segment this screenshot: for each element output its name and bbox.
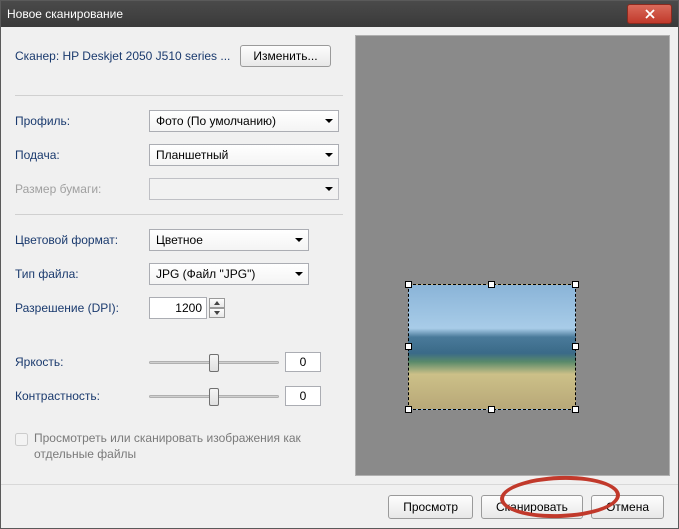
source-row: Подача: Планшетный: [15, 144, 343, 166]
close-button[interactable]: [627, 4, 672, 24]
paper-size-label: Размер бумаги:: [15, 182, 143, 196]
color-format-select[interactable]: Цветное: [149, 229, 309, 251]
resolution-up-button[interactable]: [209, 298, 225, 308]
source-select[interactable]: Планшетный: [149, 144, 339, 166]
selection-handle[interactable]: [572, 406, 579, 413]
profile-row: Профиль: Фото (По умолчанию): [15, 110, 343, 132]
selection-handle[interactable]: [405, 406, 412, 413]
preview-selection[interactable]: [408, 284, 576, 410]
paper-size-select: [149, 178, 339, 200]
separate-files-row: Просмотреть или сканировать изображения …: [15, 431, 343, 462]
contrast-slider[interactable]: [149, 385, 279, 407]
resolution-row: Разрешение (DPI):: [15, 297, 343, 319]
selection-handle[interactable]: [488, 406, 495, 413]
change-scanner-button[interactable]: Изменить...: [240, 45, 330, 67]
contrast-row: Контрастность: 0: [15, 385, 343, 407]
resolution-down-button[interactable]: [209, 308, 225, 318]
selection-handle[interactable]: [572, 343, 579, 350]
selection-handle[interactable]: [405, 343, 412, 350]
brightness-label: Яркость:: [15, 355, 143, 369]
selection-handle[interactable]: [572, 281, 579, 288]
content-area: Сканер: HP Deskjet 2050 J510 series ... …: [1, 27, 678, 484]
divider: [15, 95, 343, 96]
profile-label: Профиль:: [15, 114, 143, 128]
slider-thumb[interactable]: [209, 354, 219, 372]
resolution-spinner: [149, 297, 225, 319]
resolution-input[interactable]: [149, 297, 207, 319]
selection-handle[interactable]: [405, 281, 412, 288]
preview-panel[interactable]: [355, 35, 670, 476]
preview-button[interactable]: Просмотр: [388, 495, 473, 519]
selection-handle[interactable]: [488, 281, 495, 288]
settings-panel: Сканер: HP Deskjet 2050 J510 series ... …: [9, 35, 349, 476]
resolution-label: Разрешение (DPI):: [15, 301, 143, 315]
paper-size-row: Размер бумаги:: [15, 178, 343, 200]
divider: [15, 214, 343, 215]
separate-files-checkbox: [15, 433, 28, 446]
scan-button[interactable]: Сканировать: [481, 495, 583, 519]
source-label: Подача:: [15, 148, 143, 162]
bottom-bar: Просмотр Сканировать Отмена: [1, 484, 678, 528]
contrast-value: 0: [285, 386, 321, 406]
brightness-row: Яркость: 0: [15, 351, 343, 373]
chevron-up-icon: [214, 301, 220, 305]
color-format-label: Цветовой формат:: [15, 233, 143, 247]
brightness-slider[interactable]: [149, 351, 279, 373]
window-title: Новое сканирование: [7, 7, 627, 21]
titlebar: Новое сканирование: [1, 1, 678, 27]
slider-thumb[interactable]: [209, 388, 219, 406]
scanner-label: Сканер: HP Deskjet 2050 J510 series ...: [15, 49, 230, 63]
file-type-row: Тип файла: JPG (Файл "JPG"): [15, 263, 343, 285]
profile-select[interactable]: Фото (По умолчанию): [149, 110, 339, 132]
brightness-value: 0: [285, 352, 321, 372]
chevron-down-icon: [214, 311, 220, 315]
file-type-select[interactable]: JPG (Файл "JPG"): [149, 263, 309, 285]
color-format-row: Цветовой формат: Цветное: [15, 229, 343, 251]
scanner-row: Сканер: HP Deskjet 2050 J510 series ... …: [15, 45, 343, 67]
cancel-button[interactable]: Отмена: [591, 495, 664, 519]
close-icon: [645, 9, 655, 19]
contrast-label: Контрастность:: [15, 389, 143, 403]
separate-files-label: Просмотреть или сканировать изображения …: [34, 431, 343, 462]
file-type-label: Тип файла:: [15, 267, 143, 281]
scan-dialog: Новое сканирование Сканер: HP Deskjet 20…: [0, 0, 679, 529]
